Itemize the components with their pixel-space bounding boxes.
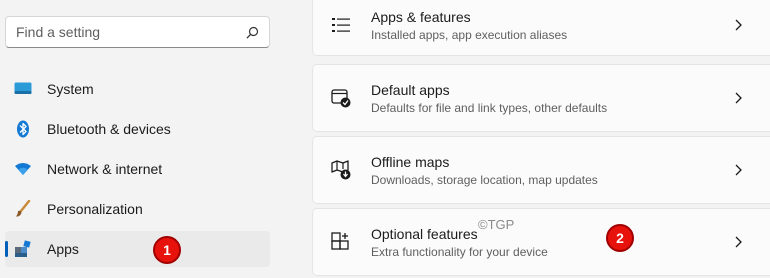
sidebar-item-label: System — [47, 81, 94, 97]
card-optional-features[interactable]: Optional features Extra functionality fo… — [312, 208, 770, 276]
brush-icon — [13, 199, 33, 219]
sidebar-item-bluetooth[interactable]: Bluetooth & devices — [5, 111, 270, 147]
sidebar-item-label: Bluetooth & devices — [47, 121, 171, 137]
card-subtitle: Defaults for file and link types, other … — [371, 100, 608, 115]
list-icon — [330, 14, 352, 36]
sidebar-item-label: Network & internet — [47, 161, 163, 177]
card-subtitle: Extra functionality for your device — [371, 244, 548, 259]
chevron-right-icon — [732, 92, 744, 104]
sidebar-item-system[interactable]: System — [5, 71, 270, 107]
search-icon[interactable] — [245, 25, 259, 39]
monitor-icon — [13, 79, 33, 99]
map-download-icon — [330, 159, 352, 181]
card-subtitle: Downloads, storage location, map updates — [371, 172, 598, 187]
wifi-icon — [13, 159, 33, 179]
card-title: Offline maps — [371, 153, 450, 170]
default-apps-icon — [330, 87, 352, 109]
card-default-apps[interactable]: Default apps Defaults for file and link … — [312, 64, 770, 132]
chevron-right-icon — [732, 19, 744, 31]
card-offline-maps[interactable]: Offline maps Downloads, storage location… — [312, 136, 770, 204]
chevron-right-icon — [732, 236, 744, 248]
annotation-badge-1: 1 — [153, 236, 181, 264]
sidebar-item-label: Personalization — [47, 201, 143, 217]
card-subtitle: Installed apps, app execution aliases — [371, 27, 568, 42]
chevron-right-icon — [732, 164, 744, 176]
card-apps-features[interactable]: Apps & features Installed apps, app exec… — [312, 0, 770, 56]
sidebar-item-network[interactable]: Network & internet — [5, 151, 270, 187]
bluetooth-icon — [13, 119, 33, 139]
sidebar: Find a setting System Bluetooth & device… — [0, 0, 280, 278]
add-grid-icon — [330, 231, 352, 253]
search-input[interactable]: Find a setting — [16, 24, 245, 40]
annotation-badge-2: 2 — [606, 224, 634, 252]
card-title: Default apps — [371, 81, 450, 98]
card-title: Apps & features — [371, 8, 471, 25]
selected-indicator — [5, 241, 8, 257]
search-box[interactable]: Find a setting — [5, 16, 270, 48]
sidebar-item-label: Apps — [47, 241, 79, 257]
apps-icon — [13, 239, 33, 259]
sidebar-item-personalization[interactable]: Personalization — [5, 191, 270, 227]
card-title: Optional features — [371, 225, 478, 242]
watermark: ©TGP — [478, 217, 515, 232]
sidebar-item-apps[interactable]: Apps — [5, 231, 270, 267]
